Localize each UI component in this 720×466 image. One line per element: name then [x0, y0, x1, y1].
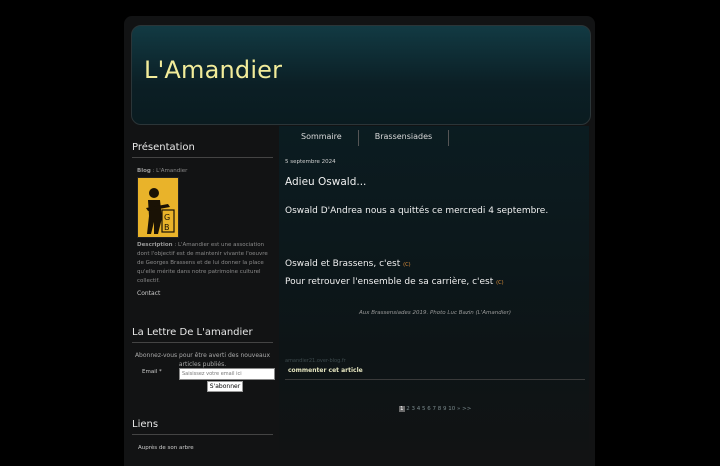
c-link-1[interactable]: (C) [403, 262, 410, 268]
subscribe-button[interactable]: S'abonner [207, 381, 243, 392]
blog-avatar-image[interactable]: G B [137, 177, 179, 238]
photo-caption: Aux Brassensiades 2019. Photo Luc Bazin … [358, 310, 512, 316]
presentation-section: Présentation Blog : L'Amandier [132, 140, 273, 176]
link-item[interactable]: Auprès de son arbre [138, 445, 273, 451]
source-url[interactable]: amandier21.over-blog.fr [285, 358, 346, 364]
pagination-pages[interactable]: 2 3 4 5 6 7 8 9 10 » >> [406, 406, 471, 412]
blog-line: Blog : L'Amandier [137, 168, 188, 174]
blog-label: Blog [137, 168, 151, 174]
divider [285, 379, 585, 380]
site-title[interactable]: L'Amandier [144, 56, 282, 84]
svg-text:G: G [164, 213, 170, 222]
links-section: Liens Auprès de son arbre [132, 417, 273, 451]
c-link-2[interactable]: (C) [496, 280, 503, 286]
post-paragraph-1: Oswald D'Andrea nous a quittés ce mercre… [285, 206, 549, 216]
post-title[interactable]: Adieu Oswald... [285, 176, 366, 188]
description-block: Description : L'Amandier est une associa… [137, 242, 268, 284]
pagination: 1 2 3 4 5 6 7 8 9 10 » >> [399, 406, 471, 412]
post-paragraph-2-text: Oswald et Brassens, c'est [285, 259, 401, 269]
site-header: L'Amandier [131, 25, 591, 125]
newsletter-text: Abonnez-vous pour être averti des nouvea… [134, 352, 271, 368]
description-label: Description [137, 242, 173, 248]
newsletter-heading: La Lettre De L'amandier [132, 325, 273, 343]
email-label: Email * [142, 369, 162, 375]
svg-text:B: B [164, 223, 170, 232]
pagination-current: 1 [399, 406, 405, 412]
contact-link[interactable]: Contact [137, 290, 160, 297]
newsletter-section: La Lettre De L'amandier Abonnez-vous pou… [132, 325, 273, 369]
presentation-heading: Présentation [132, 140, 273, 158]
description-text: L'Amandier est une association dont l'ob… [137, 242, 268, 284]
nav-sommaire[interactable]: Sommaire [285, 130, 359, 146]
blog-name: L'Amandier [156, 168, 188, 174]
links-heading: Liens [132, 417, 273, 435]
post-paragraph-3: Pour retrouver l'ensemble de sa carrière… [285, 277, 504, 287]
guitarist-silhouette-icon: G B [138, 178, 178, 237]
top-nav: Sommaire Brassensiades [285, 130, 450, 146]
comment-link[interactable]: commenter cet article [288, 367, 363, 374]
content-area [279, 126, 589, 450]
nav-brassensiades[interactable]: Brassensiades [359, 130, 450, 146]
post-date: 5 septembre 2024 [285, 159, 336, 165]
post-paragraph-3-text: Pour retrouver l'ensemble de sa carrière… [285, 277, 494, 287]
post-paragraph-2: Oswald et Brassens, c'est (C) [285, 259, 411, 269]
email-input[interactable]: Saisissez votre email ici [179, 368, 275, 380]
